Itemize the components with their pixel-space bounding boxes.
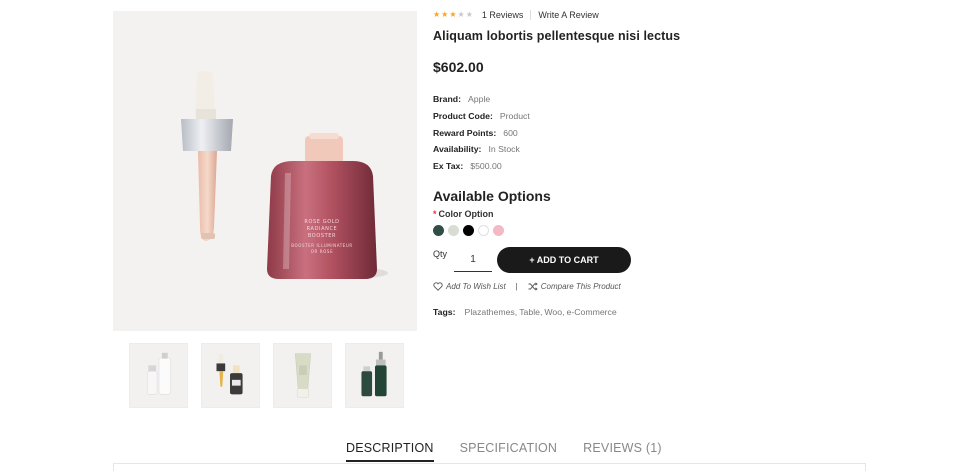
color-option-label: * Color Option [433, 209, 863, 219]
thumb-green-bottles-image [361, 351, 387, 397]
color-swatches [433, 225, 863, 237]
product-info-panel: ★ ★ ★ ★ ★ 1 Reviews Write A Review Aliquam l… [433, 8, 863, 317]
star-filled-icon: ★ [441, 10, 449, 19]
thumb-tube-image [294, 353, 311, 398]
tag-link[interactable]: Table [519, 307, 540, 317]
tags-label: Tags: [433, 307, 456, 318]
write-review-link[interactable]: Write A Review [538, 10, 598, 20]
bottle-label-line: BOOSTER ILLUMINATEUR [291, 243, 353, 248]
required-mark: * [433, 209, 437, 220]
meta-value-brand[interactable]: Apple [468, 94, 490, 104]
meta-row-product-code: Product Code: Product [433, 108, 863, 125]
tag-separator: , [514, 307, 518, 318]
color-swatch-3[interactable] [463, 225, 474, 237]
meta-label: Availability: [433, 144, 482, 155]
thumbnail-3[interactable] [273, 343, 332, 408]
product-tags: Tags: Plazathemes, Table, Woo, e-Commerce [433, 307, 863, 317]
meta-row-availability: Availability: In Stock [433, 141, 863, 158]
color-option-text: Color Option [438, 209, 494, 220]
bottle-label-line: OR ROSE [311, 249, 333, 254]
bottle-label-line: BOOSTER [308, 233, 336, 239]
thumb-white-bottles-image [147, 352, 171, 395]
shuffle-icon [528, 282, 538, 291]
color-swatch-1[interactable] [433, 225, 444, 237]
heart-icon [433, 282, 443, 292]
star-empty-icon: ★ [457, 10, 465, 19]
thumbnail-4[interactable] [345, 343, 404, 408]
meta-label: Ex Tax: [433, 161, 464, 172]
tab-description[interactable]: DESCRIPTION [346, 441, 434, 462]
thumbnail-strip [129, 343, 404, 408]
tag-separator: , [562, 307, 565, 318]
main-product-image[interactable]: ROSE GOLD RADIANCE BOOSTER BOOSTER ILLUM… [113, 11, 417, 331]
meta-value-product-code: Product [499, 111, 530, 122]
product-photo-serum-dropper: ROSE GOLD RADIANCE BOOSTER BOOSTER ILLUM… [181, 71, 388, 279]
meta-value-reward-points: 600 [503, 127, 518, 138]
product-title: Aliquam lobortis pellentesque nisi lectu… [433, 29, 681, 43]
add-to-wishlist-link[interactable]: Add To Wish List [433, 282, 506, 291]
product-meta-list: Brand: Apple Product Code: Product Rewar… [433, 91, 863, 174]
meta-row-ex-tax: Ex Tax: $500.00 [433, 158, 863, 175]
qty-label: Qty [433, 249, 448, 260]
color-swatch-4[interactable] [478, 225, 489, 237]
bottle-label-line: ROSE GOLD [304, 219, 339, 225]
meta-value-availability: In Stock [488, 144, 520, 155]
meta-label: Brand: [433, 94, 461, 105]
meta-row-reward-points: Reward Points: 600 [433, 124, 863, 141]
divider [530, 10, 532, 20]
quantity-input[interactable] [454, 248, 493, 273]
star-empty-icon: ★ [465, 10, 473, 19]
tab-specification[interactable]: SPECIFICATION [460, 441, 558, 462]
quantity-row: Qty + ADD TO CART [433, 247, 863, 274]
product-tabs: DESCRIPTION SPECIFICATION REVIEWS (1) [346, 441, 662, 462]
thumb-dropper-bottle-image [216, 353, 243, 395]
rating-row: ★ ★ ★ ★ ★ 1 Reviews Write A Review [433, 8, 863, 22]
meta-value-ex-tax: $500.00 [470, 161, 502, 172]
meta-label: Product Code: [433, 111, 493, 122]
available-options-heading: Available Options [433, 188, 551, 205]
tag-separator: , [539, 307, 543, 318]
star-rating: ★ ★ ★ ★ ★ [433, 11, 473, 19]
meta-label: Reward Points: [433, 127, 497, 138]
tab-content-panel [113, 463, 866, 471]
color-swatch-2[interactable] [448, 225, 459, 237]
thumbnail-1[interactable] [129, 343, 188, 408]
compare-label: Compare This Product [540, 282, 621, 292]
tag-link[interactable]: Plazathemes [465, 307, 515, 317]
bottle-label-line: RADIANCE [307, 226, 338, 232]
color-swatch-5[interactable] [493, 225, 504, 237]
product-actions: Add To Wish List | Compare This Product [433, 282, 863, 291]
compare-product-link[interactable]: Compare This Product [528, 282, 621, 291]
tag-link[interactable]: Woo [544, 307, 562, 317]
reviews-count-link[interactable]: 1 Reviews [482, 10, 524, 20]
actions-separator: | [515, 282, 518, 292]
tab-reviews[interactable]: REVIEWS (1) [583, 441, 662, 462]
wishlist-label: Add To Wish List [446, 282, 506, 292]
star-filled-icon: ★ [449, 10, 457, 19]
meta-row-brand: Brand: Apple [433, 91, 863, 108]
tag-link[interactable]: e-Commerce [567, 307, 617, 317]
thumbnail-2[interactable] [201, 343, 260, 408]
product-price: $602.00 [433, 59, 484, 75]
star-filled-icon: ★ [433, 10, 441, 19]
add-to-cart-button[interactable]: + ADD TO CART [497, 247, 632, 274]
